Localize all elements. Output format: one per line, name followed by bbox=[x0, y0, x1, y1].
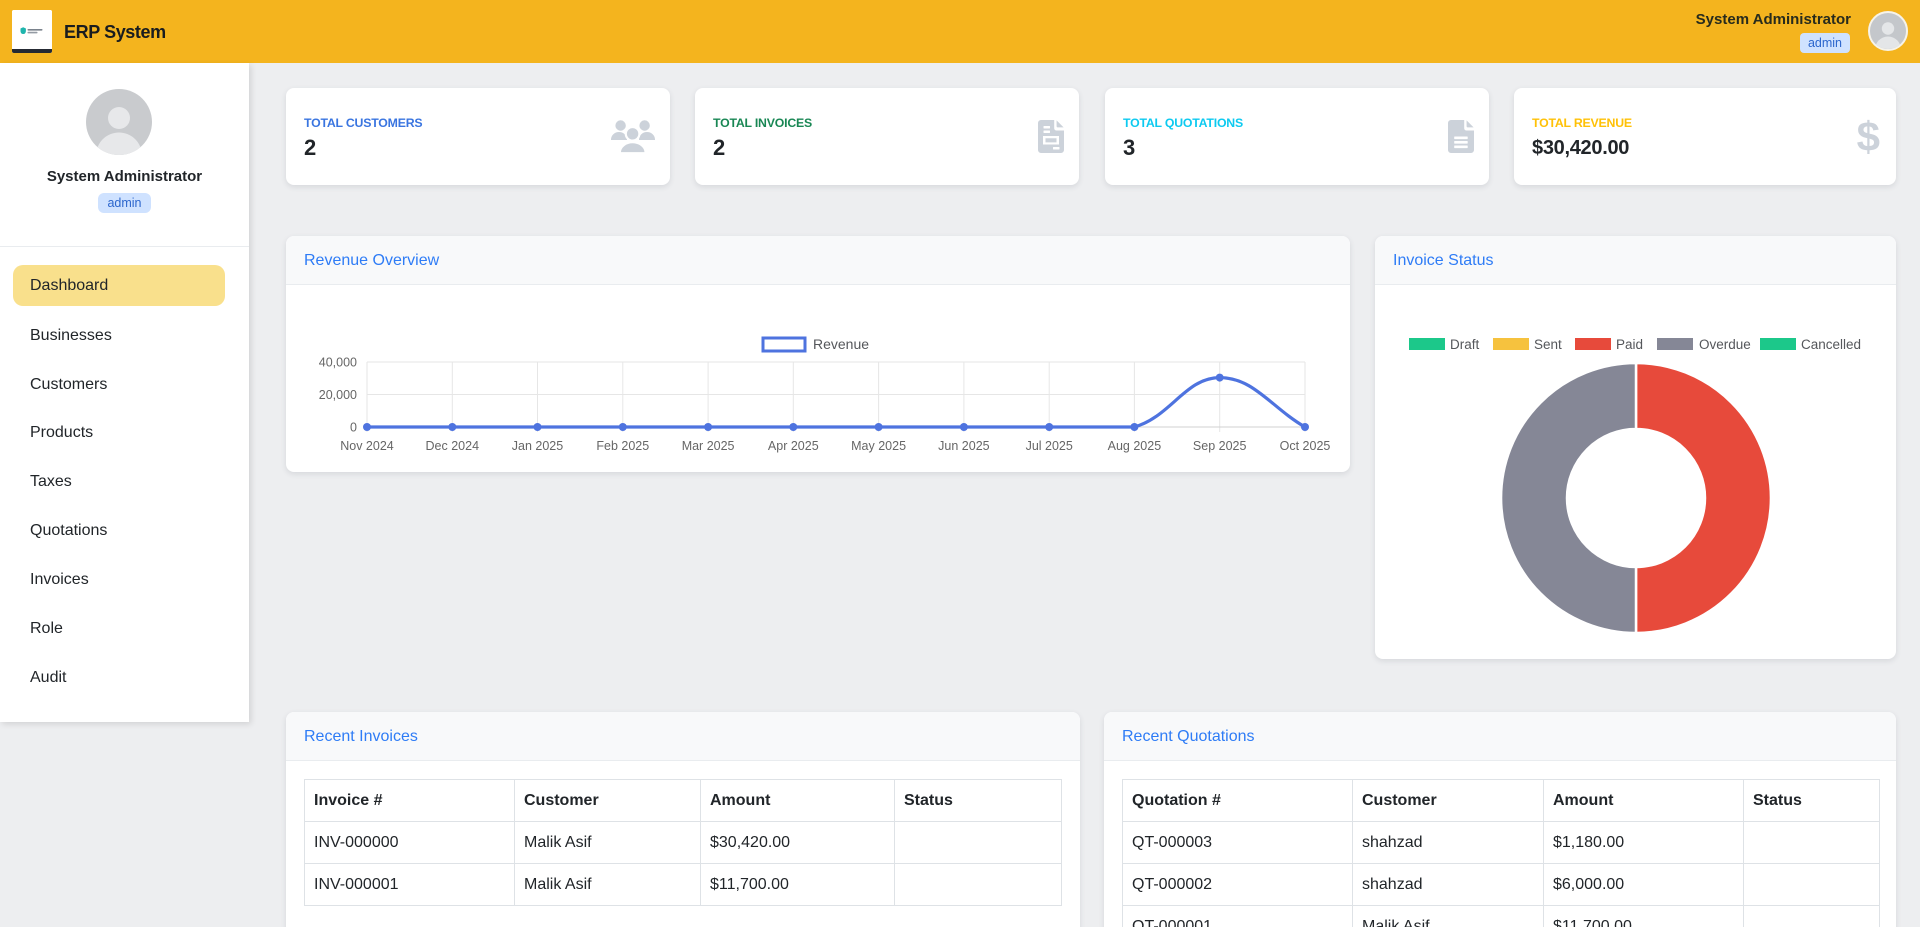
svg-text:20,000: 20,000 bbox=[319, 388, 357, 402]
svg-text:Apr 2025: Apr 2025 bbox=[768, 439, 819, 453]
svg-text:Dec 2024: Dec 2024 bbox=[426, 439, 480, 453]
svg-text:Sep 2025: Sep 2025 bbox=[1193, 439, 1247, 453]
svg-text:0: 0 bbox=[350, 421, 357, 435]
svg-text:Jul 2025: Jul 2025 bbox=[1026, 439, 1073, 453]
svg-text:Mar 2025: Mar 2025 bbox=[682, 439, 735, 453]
svg-text:Aug 2025: Aug 2025 bbox=[1108, 439, 1162, 453]
svg-text:40,000: 40,000 bbox=[319, 356, 357, 370]
svg-text:May 2025: May 2025 bbox=[851, 439, 906, 453]
svg-text:Sent: Sent bbox=[1534, 337, 1562, 352]
svg-text:Jan 2025: Jan 2025 bbox=[512, 439, 563, 453]
svg-text:Draft: Draft bbox=[1450, 337, 1480, 352]
svg-text:Oct 2025: Oct 2025 bbox=[1280, 439, 1331, 453]
svg-text:Feb 2025: Feb 2025 bbox=[596, 439, 649, 453]
svg-text:Revenue: Revenue bbox=[813, 336, 869, 352]
svg-text:Nov 2024: Nov 2024 bbox=[340, 439, 394, 453]
svg-text:Paid: Paid bbox=[1616, 337, 1643, 352]
svg-text:Overdue: Overdue bbox=[1699, 337, 1751, 352]
svg-text:Cancelled: Cancelled bbox=[1801, 337, 1861, 352]
svg-text:Jun 2025: Jun 2025 bbox=[938, 439, 989, 453]
